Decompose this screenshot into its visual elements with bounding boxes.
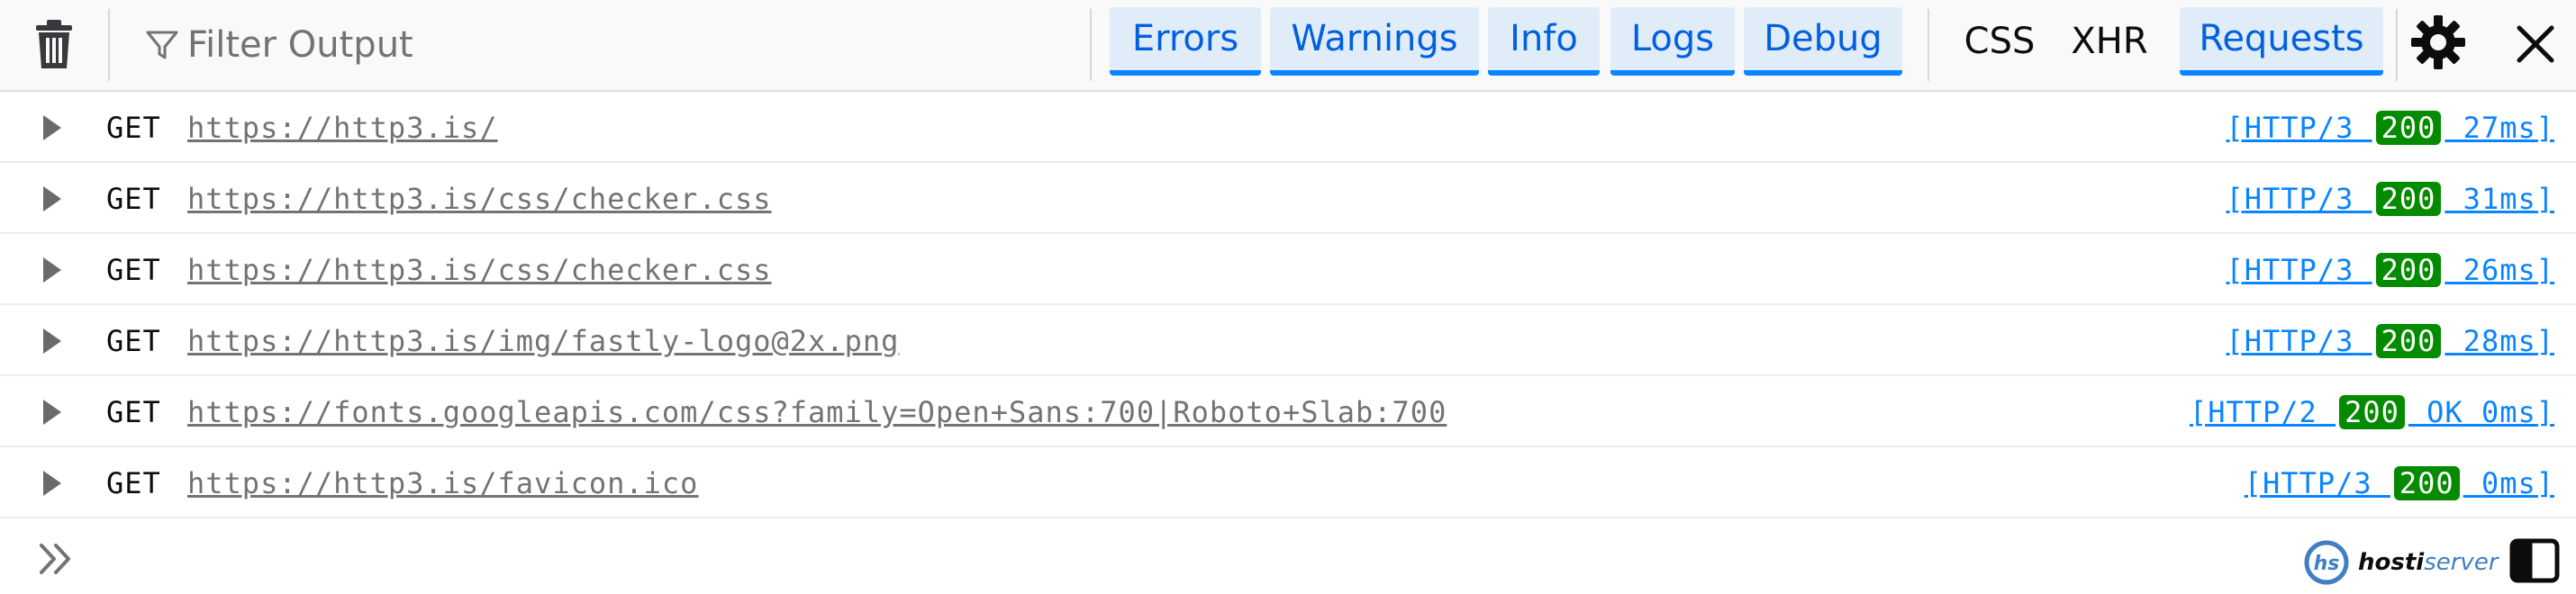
network-request-row[interactable]: GET https://http3.is/css/checker.css [HT…	[0, 234, 2576, 305]
hostiserver-logo-icon: hs	[2304, 540, 2349, 585]
wordmark-light: server	[2424, 549, 2499, 576]
toolbar-divider	[108, 9, 110, 81]
status-badge: 200	[2339, 395, 2405, 429]
request-protocol: HTTP/3	[2244, 253, 2354, 287]
request-time: 26ms	[2463, 253, 2536, 287]
filter-requests-button[interactable]: Requests	[2180, 7, 2383, 76]
triangle-right-icon[interactable]	[41, 398, 63, 427]
request-time: 27ms	[2463, 111, 2536, 145]
status-badge: 200	[2375, 182, 2442, 216]
filter-xhr-button[interactable]: XHR	[2059, 7, 2160, 76]
request-protocol: HTTP/3	[2244, 182, 2354, 216]
request-protocol: HTTP/3	[2244, 324, 2354, 358]
request-time: 0ms	[2481, 466, 2536, 500]
network-request-row[interactable]: GET https://http3.is/css/checker.css [HT…	[0, 163, 2576, 234]
filter-warnings-button[interactable]: Warnings	[1270, 7, 1479, 76]
request-method: GET	[106, 395, 161, 429]
request-summary-link[interactable]: [HTTP/3 200 0ms]	[2245, 464, 2554, 503]
request-summary-link[interactable]: [HTTP/2 200 OK 0ms]	[2190, 392, 2554, 432]
request-method: GET	[106, 111, 161, 145]
request-status-text: OK	[2426, 395, 2463, 429]
request-time: 28ms	[2463, 324, 2536, 358]
request-summary-link[interactable]: [HTTP/3 200 26ms]	[2226, 250, 2554, 290]
request-method: GET	[106, 182, 161, 216]
request-protocol: HTTP/3	[2244, 111, 2354, 145]
request-url-link[interactable]: https://http3.is/favicon.ico	[187, 464, 698, 503]
double-chevron-right-icon[interactable]	[36, 538, 77, 580]
gear-icon	[2411, 15, 2465, 69]
status-badge: 200	[2375, 324, 2442, 358]
request-protocol: HTTP/3	[2263, 466, 2372, 500]
close-icon	[2517, 25, 2554, 63]
request-url-link[interactable]: https://http3.is/	[187, 108, 498, 148]
status-badge: 200	[2375, 253, 2442, 287]
close-button[interactable]	[2504, 13, 2567, 76]
filter-info-button[interactable]: Info	[1488, 7, 1600, 76]
hostiserver-wordmark: hostiserver	[2358, 549, 2499, 576]
request-method: GET	[106, 466, 161, 500]
filter-logs-button[interactable]: Logs	[1610, 7, 1735, 76]
request-protocol: HTTP/2	[2208, 395, 2317, 429]
triangle-right-icon[interactable]	[41, 327, 63, 356]
status-badge: 200	[2393, 466, 2460, 500]
settings-button[interactable]	[2407, 11, 2470, 74]
toolbar-divider	[1090, 9, 1092, 81]
status-badge: 200	[2375, 111, 2442, 145]
logo-letters: hs	[2314, 553, 2340, 575]
filter-css-button[interactable]: CSS	[1955, 7, 2045, 76]
triangle-right-icon[interactable]	[41, 113, 63, 142]
request-summary-link[interactable]: [HTTP/3 200 28ms]	[2226, 321, 2554, 361]
network-request-row[interactable]: GET https://http3.is/favicon.ico [HTTP/3…	[0, 447, 2576, 518]
request-summary-link[interactable]: [HTTP/3 200 27ms]	[2226, 108, 2554, 148]
network-request-row[interactable]: GET https://http3.is/ [HTTP/3 200 27ms]	[0, 92, 2576, 163]
filter-errors-button[interactable]: Errors	[1110, 7, 1261, 76]
toolbar-divider	[2396, 9, 2398, 81]
triangle-right-icon[interactable]	[41, 256, 63, 284]
filter-output-input[interactable]	[187, 24, 818, 66]
split-panel-icon[interactable]	[2509, 538, 2560, 583]
console-toolbar: Errors Warnings Info Logs Debug CSS XHR …	[0, 0, 2576, 92]
network-request-row[interactable]: GET https://http3.is/img/fastly-logo@2x.…	[0, 305, 2576, 376]
hostiserver-logo: hs hostiserver	[2304, 540, 2499, 585]
wordmark-bold: hosti	[2358, 549, 2425, 576]
request-url-link[interactable]: https://fonts.googleapis.com/css?family=…	[187, 392, 1447, 432]
clear-output-button[interactable]	[27, 16, 81, 74]
network-request-row[interactable]: GET https://fonts.googleapis.com/css?fam…	[0, 376, 2576, 447]
filter-debug-button[interactable]: Debug	[1744, 7, 1902, 76]
request-time: 0ms	[2481, 395, 2536, 429]
request-url-link[interactable]: https://http3.is/css/checker.css	[187, 250, 772, 290]
filter-box[interactable]	[144, 20, 818, 70]
trash-icon	[36, 20, 72, 68]
triangle-right-icon[interactable]	[41, 184, 63, 213]
toolbar-divider	[1927, 9, 1929, 81]
request-method: GET	[106, 253, 161, 287]
console-output: GET https://http3.is/ [HTTP/3 200 27ms] …	[0, 92, 2576, 518]
request-summary-link[interactable]: [HTTP/3 200 31ms]	[2226, 179, 2554, 219]
request-url-link[interactable]: https://http3.is/img/fastly-logo@2x.png	[187, 321, 899, 361]
request-url-link[interactable]: https://http3.is/css/checker.css	[187, 179, 772, 219]
request-method: GET	[106, 324, 161, 358]
triangle-right-icon[interactable]	[41, 469, 63, 498]
filter-icon	[146, 31, 178, 59]
request-time: 31ms	[2463, 182, 2536, 216]
